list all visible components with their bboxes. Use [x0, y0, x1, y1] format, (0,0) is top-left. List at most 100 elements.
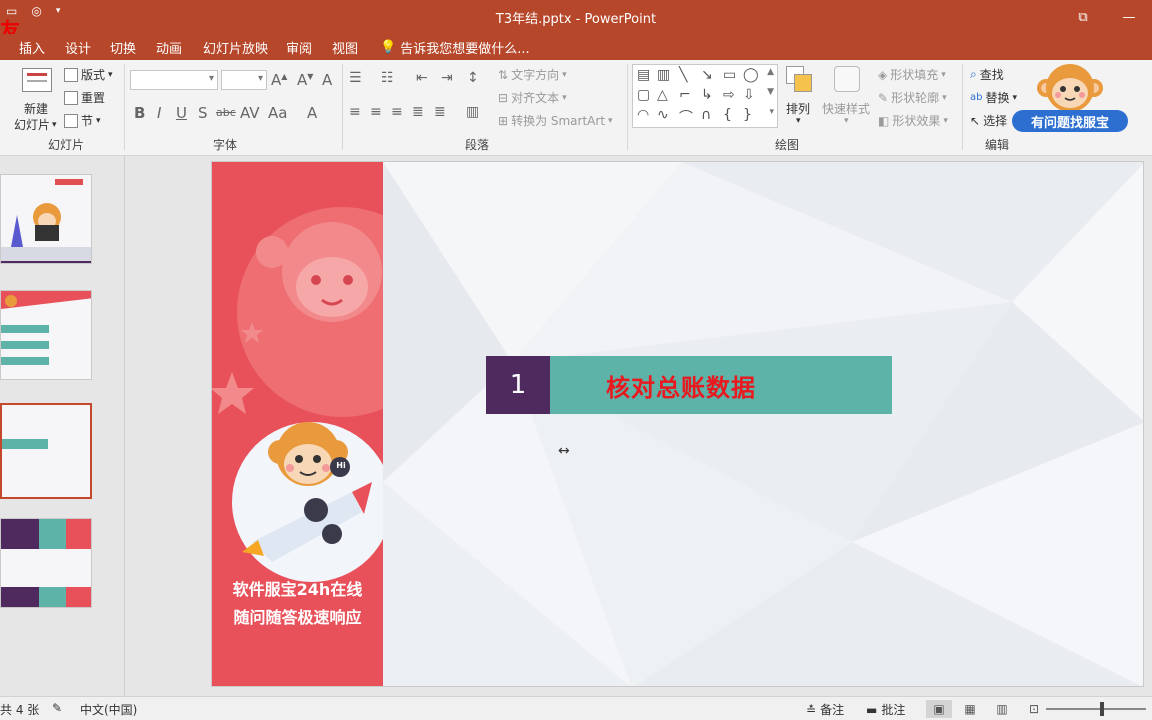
find-button[interactable]: ⌕ 查找	[970, 66, 1004, 83]
justify-icon[interactable]: ≣	[412, 104, 424, 120]
tab-animations[interactable]: 动画	[156, 38, 182, 57]
line-spacing-icon[interactable]: ↕	[467, 70, 479, 86]
numbering-icon[interactable]: ☷	[381, 70, 394, 86]
scroll-up-icon[interactable]: ▲	[767, 67, 774, 77]
triangle-shape-icon[interactable]: △	[657, 87, 668, 103]
tab-insert[interactable]: 插入	[19, 38, 45, 57]
rectangle-shape-icon[interactable]: ▭	[723, 67, 736, 83]
slide-thumbnail-3[interactable]	[0, 403, 92, 499]
group-divider	[627, 64, 628, 150]
arrange-button[interactable]: 排列 ▾	[784, 66, 816, 132]
tab-design[interactable]: 设计	[65, 38, 91, 57]
increase-font-icon[interactable]: A▲	[271, 71, 287, 89]
scroll-down-icon[interactable]: ▼	[767, 87, 774, 97]
elbow-connector-shape-icon[interactable]: ⌐	[679, 87, 691, 103]
convert-smartart-button[interactable]: ⊞ 转换为 SmartArt ▾	[498, 112, 613, 129]
section-button[interactable]: 节 ▾	[64, 112, 101, 129]
thumb-logo	[55, 179, 83, 185]
curve-shape-icon[interactable]: ∩	[701, 107, 711, 123]
line-shape-icon[interactable]: ╲	[679, 67, 687, 83]
right-brace-shape-icon[interactable]: }	[743, 107, 752, 123]
decrease-indent-icon[interactable]: ⇤	[416, 70, 428, 86]
section-heading-bar[interactable]: 1 核对总账数据	[486, 356, 892, 414]
down-arrow-shape-icon[interactable]: ⇩	[743, 87, 755, 103]
hi-bubble: Hi	[336, 461, 346, 470]
ribbon-display-options-icon[interactable]: ⧉	[1060, 0, 1106, 34]
strikethrough-icon[interactable]: abc	[216, 106, 236, 119]
right-arrow-shape-icon[interactable]: ⇨	[723, 87, 735, 103]
distribute-icon[interactable]: ≣	[434, 104, 446, 120]
bold-icon[interactable]: B	[134, 104, 145, 122]
tab-view[interactable]: 视图	[332, 38, 358, 57]
reading-view-icon[interactable]: ▥	[989, 700, 1015, 718]
slide-thumbnail-4[interactable]	[0, 518, 92, 608]
align-center-icon[interactable]: ≡	[370, 104, 382, 120]
align-text-button[interactable]: ⊟ 对齐文本 ▾	[498, 89, 567, 106]
tell-me-text: 告诉我您想要做什么...	[400, 42, 530, 57]
rounded-rect-shape-icon[interactable]: ▢	[637, 87, 650, 103]
arrow-line-shape-icon[interactable]: ↘	[701, 67, 713, 83]
font-color-icon[interactable]: A	[307, 104, 317, 122]
slide-sorter-view-icon[interactable]: ▦	[957, 700, 983, 718]
shape-effects-button[interactable]: ◧ 形状效果 ▾	[878, 112, 948, 129]
zoom-slider-thumb[interactable]	[1100, 702, 1104, 716]
clear-formatting-icon[interactable]: A	[322, 71, 332, 89]
elbow-arrow-shape-icon[interactable]: ↳	[701, 87, 713, 103]
font-size-combo[interactable]	[221, 70, 267, 90]
columns-icon[interactable]: ▥	[466, 104, 479, 120]
pane-divider[interactable]	[124, 156, 125, 696]
tell-me-search[interactable]: 💡 告诉我您想要做什么...	[380, 38, 530, 57]
select-button[interactable]: ↖ 选择	[970, 112, 1007, 129]
reset-button[interactable]: 重置	[64, 89, 105, 106]
comments-button[interactable]: ▬ 批注	[866, 701, 905, 718]
slideshow-view-icon[interactable]: ⊡	[1021, 700, 1047, 718]
shapes-gallery[interactable]: ▤ ▥ ╲ ↘ ▭ ◯ ▢ △ ⌐ ↳ ⇨ ⇩ ◠ ∿ ⌒ ∩ { } ▲ ▼ …	[632, 64, 778, 128]
decrease-font-icon[interactable]: A▼	[297, 71, 313, 89]
vertical-textbox-shape-icon[interactable]: ▥	[657, 67, 670, 83]
gallery-more-icon[interactable]: ▾	[769, 107, 774, 117]
tab-transitions[interactable]: 切换	[110, 38, 136, 57]
replace-button[interactable]: ab 替换 ▾	[970, 89, 1017, 106]
minimize-icon[interactable]: —	[1106, 0, 1152, 34]
spellcheck-icon[interactable]: ✎	[52, 701, 62, 715]
window-title: T3年结.pptx - PowerPoint	[495, 12, 657, 27]
language-indicator[interactable]: 中文(中国)	[80, 701, 137, 718]
char-spacing-icon[interactable]: AV	[240, 104, 260, 122]
text-direction-button[interactable]: ⇅ 文字方向 ▾	[498, 66, 567, 83]
slide-thumbnail-2[interactable]	[0, 290, 92, 380]
paint-bucket-icon: ◈	[878, 67, 888, 82]
tab-slideshow[interactable]: 幻灯片放映	[203, 38, 268, 57]
pen-icon: ✎	[878, 90, 889, 105]
textbox-shape-icon[interactable]: ▤	[637, 67, 650, 83]
shape-fill-button[interactable]: ◈ 形状填充 ▾	[878, 66, 946, 83]
oval-shape-icon[interactable]: ◯	[743, 67, 759, 83]
chevron-down-icon: ▾	[796, 116, 801, 126]
notes-button[interactable]: ≛ 备注	[806, 701, 844, 718]
normal-view-icon[interactable]: ▣	[926, 700, 952, 718]
align-right-icon[interactable]: ≡	[391, 104, 403, 120]
arc-shape-icon[interactable]: ⌒	[679, 107, 693, 127]
new-slide-button[interactable]: 新建 幻灯片 ▾	[14, 66, 62, 136]
tab-review[interactable]: 审阅	[286, 38, 312, 57]
shape-outline-button[interactable]: ✎ 形状轮廓 ▾	[878, 89, 947, 106]
new-slide-label: 新建	[24, 102, 49, 116]
scribble-shape-icon[interactable]: ∿	[657, 107, 669, 123]
italic-icon[interactable]: I	[157, 104, 161, 122]
left-brace-shape-icon[interactable]: {	[723, 107, 732, 123]
underline-icon[interactable]: U	[176, 104, 187, 122]
font-name-combo[interactable]	[130, 70, 218, 90]
zoom-slider-track[interactable]	[1046, 708, 1146, 710]
layout-button[interactable]: 版式 ▾	[64, 66, 113, 83]
quick-styles-button[interactable]: 快速样式 ▾	[820, 66, 876, 132]
assistant-badge[interactable]: 有问题找服宝	[1012, 110, 1128, 132]
align-left-icon[interactable]: ≡	[349, 104, 361, 120]
slogan-line-1: 软件服宝24h在线	[232, 580, 363, 599]
slide-canvas[interactable]: Hi 软件服宝24h在线 随问随答极速响应 1 核对总账数据	[211, 161, 1144, 687]
freeform-shape-icon[interactable]: ◠	[637, 107, 649, 123]
slide-thumbnail-1[interactable]	[0, 174, 92, 264]
change-case-icon[interactable]: Aa	[268, 104, 287, 122]
increase-indent-icon[interactable]: ⇥	[441, 70, 453, 86]
shadow-icon[interactable]: S	[198, 104, 208, 122]
layout-icon	[64, 67, 78, 82]
bullets-icon[interactable]: ☰	[349, 70, 362, 86]
